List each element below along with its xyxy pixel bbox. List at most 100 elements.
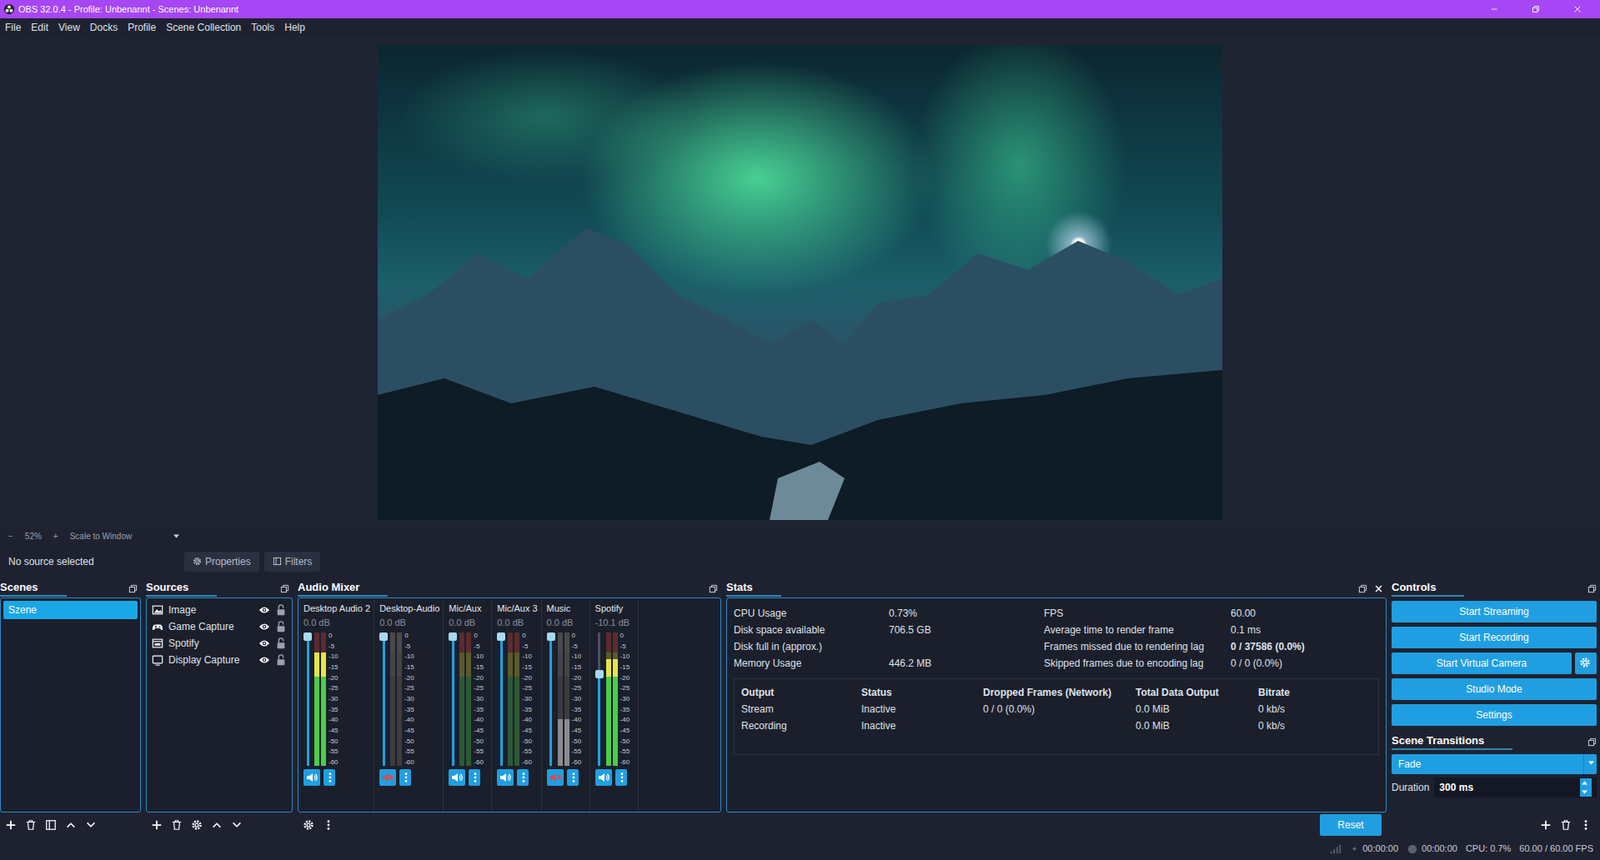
virtual-camera-settings-button[interactable]: [1574, 652, 1597, 675]
channel-menu-button[interactable]: [516, 769, 529, 787]
scale-tick: -25: [571, 685, 586, 693]
source-item[interactable]: Display Capture: [146, 652, 292, 669]
menu-item[interactable]: Edit: [30, 20, 49, 36]
source-item[interactable]: Image: [146, 601, 292, 619]
trash-icon[interactable]: [170, 819, 183, 832]
fader-handle[interactable]: [379, 632, 388, 642]
mute-button[interactable]: [379, 769, 397, 787]
fader-handle[interactable]: [546, 632, 556, 642]
dropdown-arrow-icon: [1586, 758, 1596, 768]
mute-button[interactable]: [496, 769, 514, 787]
spin-down-icon[interactable]: [1579, 787, 1590, 798]
unlock-icon[interactable]: [275, 621, 287, 633]
meter-scale: 0-5-10-15-20-25-30-35-40-45-50-55-60: [620, 632, 634, 767]
volume-fader[interactable]: [595, 632, 604, 767]
menu-item[interactable]: Docks: [90, 20, 118, 36]
source-toolbar: No source selectedPropertiesFilters: [0, 543, 1600, 580]
reset-button[interactable]: Reset: [1319, 814, 1382, 837]
table-cell: 0.0 MiB: [1135, 702, 1259, 718]
control-button[interactable]: Start Streaming: [1391, 601, 1597, 623]
source-item[interactable]: Game Capture: [146, 618, 292, 636]
gear-icon[interactable]: [302, 819, 315, 832]
trash-icon[interactable]: [25, 819, 37, 832]
properties-button[interactable]: Properties: [184, 551, 260, 572]
channel-menu-button[interactable]: [399, 769, 412, 787]
volume-fader[interactable]: [546, 632, 556, 767]
volume-fader[interactable]: [379, 632, 388, 767]
meter-track: [514, 632, 520, 767]
transition-select[interactable]: Fade: [1391, 754, 1597, 775]
mute-button[interactable]: [546, 769, 564, 787]
restore-button[interactable]: [1516, 0, 1555, 19]
trash-icon[interactable]: [1559, 819, 1572, 832]
down-icon[interactable]: [85, 819, 97, 832]
eye-icon[interactable]: [258, 654, 271, 667]
eye-icon[interactable]: [258, 637, 271, 650]
float-icon[interactable]: [280, 584, 290, 594]
volume-fader[interactable]: [448, 632, 457, 767]
fader-handle[interactable]: [595, 670, 604, 679]
menu-item[interactable]: Scene Collection: [165, 20, 241, 36]
filter-icon[interactable]: [45, 819, 57, 832]
zoom-out-button[interactable]: −: [8, 530, 14, 543]
vertical-dots-icon[interactable]: [1579, 819, 1592, 832]
fader-handle[interactable]: [496, 632, 506, 642]
menu-item[interactable]: Help: [284, 20, 306, 36]
mute-button[interactable]: [448, 769, 466, 787]
zoom-in-button[interactable]: +: [53, 530, 59, 543]
channel-menu-button[interactable]: [615, 769, 627, 787]
mute-button[interactable]: [303, 769, 321, 787]
channel-menu-button[interactable]: [468, 769, 481, 787]
control-button[interactable]: Studio Mode: [1391, 678, 1597, 701]
volume-fader[interactable]: [303, 632, 312, 767]
duration-field[interactable]: 300 ms: [1434, 777, 1597, 798]
fader-handle[interactable]: [303, 632, 312, 642]
eye-icon[interactable]: [258, 604, 271, 617]
channel-menu-button[interactable]: [323, 769, 336, 787]
menu-item[interactable]: Tools: [250, 20, 275, 36]
menu-item[interactable]: View: [58, 20, 81, 36]
float-icon[interactable]: [1587, 737, 1597, 748]
menu-item[interactable]: File: [5, 20, 21, 36]
float-icon[interactable]: [1358, 584, 1368, 594]
duration-spinner[interactable]: [1579, 778, 1592, 798]
filters-button[interactable]: Filters: [264, 551, 322, 572]
plus-icon[interactable]: [5, 819, 17, 832]
up-icon[interactable]: [65, 819, 77, 832]
control-button[interactable]: Settings: [1391, 704, 1597, 727]
spin-up-icon[interactable]: [1579, 778, 1590, 788]
close-icon[interactable]: [1374, 584, 1384, 594]
plus-icon[interactable]: [150, 819, 163, 832]
scene-item[interactable]: Szene: [3, 601, 138, 620]
down-icon[interactable]: [230, 819, 243, 832]
fader-fill: [500, 641, 503, 767]
mute-button[interactable]: [595, 769, 612, 787]
source-item[interactable]: Spotify: [146, 635, 292, 653]
audio-mixer-dock-header: Audio Mixer: [297, 579, 722, 598]
unlock-icon[interactable]: [275, 604, 287, 617]
float-icon[interactable]: [128, 584, 138, 594]
scale-tick: -55: [404, 748, 418, 756]
scale-tick: -15: [620, 664, 634, 672]
close-button[interactable]: [1558, 0, 1597, 19]
up-icon[interactable]: [210, 819, 223, 832]
volume-fader[interactable]: [496, 632, 506, 767]
plus-icon[interactable]: [1539, 819, 1552, 832]
control-button[interactable]: Start Recording: [1391, 626, 1597, 649]
channel-menu-button[interactable]: [566, 769, 579, 787]
channel-buttons: [546, 769, 587, 787]
menu-item[interactable]: Profile: [127, 20, 156, 36]
unlock-icon[interactable]: [275, 654, 287, 667]
minimize-button[interactable]: [1474, 0, 1514, 19]
scale-dropdown[interactable]: Scale to Window: [70, 530, 181, 543]
gear-icon[interactable]: [190, 819, 203, 832]
unlock-icon[interactable]: [275, 637, 287, 650]
sources-list: ImageGame CaptureSpotifyDisplay Capture: [146, 598, 292, 669]
eye-icon[interactable]: [258, 621, 271, 633]
fps-readout: 60.00 / 60.00 FPS: [1519, 842, 1594, 857]
float-icon[interactable]: [1587, 584, 1597, 594]
control-button[interactable]: Start Virtual Camera: [1391, 652, 1572, 675]
vertical-dots-icon[interactable]: [322, 819, 335, 832]
fader-handle[interactable]: [448, 632, 457, 642]
float-icon[interactable]: [708, 584, 718, 594]
